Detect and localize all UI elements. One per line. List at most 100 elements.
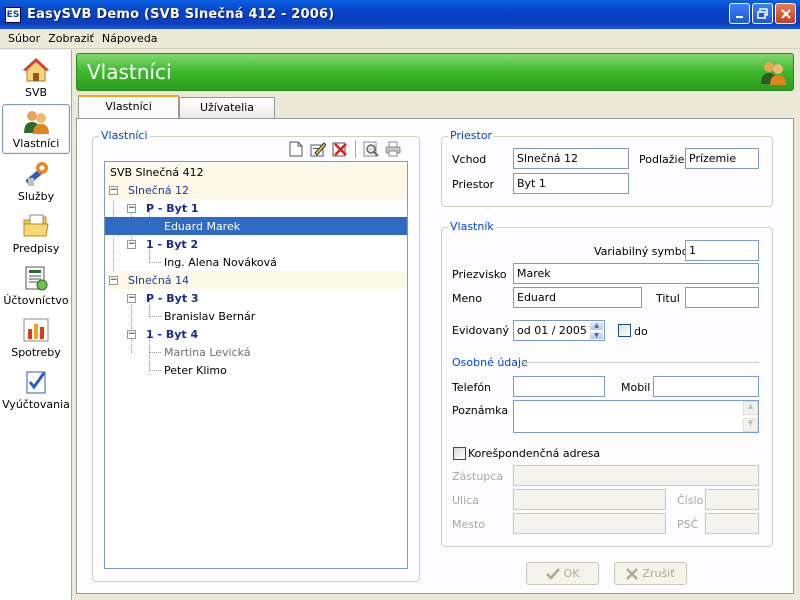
mobile-field[interactable] (653, 376, 759, 397)
first-name-label: Meno (452, 292, 482, 305)
correspondence-address-checkbox[interactable] (453, 447, 466, 460)
tree-node-owner[interactable]: Branislav Bernár (105, 307, 407, 325)
collapse-icon[interactable]: − (127, 203, 136, 213)
collapse-icon[interactable]: − (127, 329, 136, 339)
close-icon[interactable] (775, 3, 796, 24)
nav-label: Vlastníci (12, 137, 60, 150)
registered-from-field[interactable]: od 01 / 2005 ▲ ▼ (513, 320, 605, 341)
tree-toolbar (287, 140, 402, 158)
registered-label: Evidovaný (452, 324, 509, 337)
menu-zobrazit[interactable]: Zobraziť (44, 32, 98, 45)
tree-node-label: 1 - Byt 2 (146, 237, 199, 251)
people-icon (761, 62, 786, 85)
tree-node-label: 1 - Byt 4 (146, 327, 199, 341)
space-field[interactable]: Byt 1 (513, 173, 629, 194)
tree-node-entrance[interactable]: − Slnečná 12 (105, 181, 407, 199)
page-title: Vlastníci (87, 60, 172, 84)
left-nav: SVB Vlastníci Služby Predpisy Účtovníctv… (0, 50, 72, 600)
nav-item-sluzby[interactable]: Služby (2, 156, 70, 206)
nav-item-predpisy[interactable]: Predpisy (2, 208, 70, 258)
city-label: Mesto (452, 518, 486, 531)
postal-code-label: PSČ (677, 518, 699, 531)
tree-node-owner-selected[interactable]: Eduard Marek (105, 217, 407, 235)
ok-button[interactable]: OK (526, 562, 599, 585)
cross-icon (626, 567, 639, 580)
menu-bar: Súbor Zobraziť Nápoveda (0, 29, 800, 49)
number-label: Číslo (677, 494, 704, 507)
representative-label: Zástupca (452, 470, 504, 483)
scroll-down-icon[interactable]: ▼ (743, 418, 758, 432)
street-field (513, 489, 666, 510)
menu-subor[interactable]: Súbor (4, 32, 44, 45)
divider (521, 362, 759, 363)
collapse-icon[interactable]: − (109, 275, 118, 285)
nav-item-spotreby[interactable]: Spotreby (2, 312, 70, 362)
owners-tree[interactable]: SVB Slnečná 412 − Slnečná 12 − P - Byt 1… (104, 161, 408, 569)
registered-to-checkbox[interactable] (618, 324, 631, 337)
mobile-label: Mobil (621, 381, 651, 394)
tree-node-label: Ing. Alena Nováková (164, 255, 277, 269)
restore-icon[interactable] (752, 3, 773, 24)
nav-item-uctovnictvo[interactable]: Účtovníctvo (2, 260, 70, 310)
nav-item-svb[interactable]: SVB (2, 52, 70, 102)
collapse-icon[interactable]: − (127, 293, 136, 303)
city-field (513, 513, 666, 534)
nav-item-vlastnici[interactable]: Vlastníci (2, 104, 70, 154)
note-label: Poznámka (452, 404, 509, 417)
entrance-label: Vchod (452, 153, 487, 166)
minimize-icon[interactable] (729, 3, 750, 24)
scroll-up-icon[interactable]: ▲ (743, 401, 758, 415)
nav-item-vyuctovania[interactable]: Vyúčtovania (2, 364, 70, 414)
tree-node-label: Slnečná 12 (128, 183, 190, 197)
edit-icon[interactable] (309, 140, 327, 158)
tab-vlastnici[interactable]: Vlastníci (78, 95, 179, 118)
tree-node-flat[interactable]: − P - Byt 1 (105, 199, 407, 217)
postal-code-field (705, 513, 759, 534)
entrance-field[interactable]: Slnečná 12 (513, 148, 629, 169)
spin-up-icon[interactable]: ▲ (589, 321, 604, 331)
new-document-icon[interactable] (287, 140, 305, 158)
floor-field[interactable]: Prízemie (685, 148, 759, 169)
collapse-icon[interactable]: − (109, 185, 118, 195)
tree-node-owner[interactable]: Peter Klimo (105, 361, 407, 379)
floor-label: Podlažie (639, 153, 685, 166)
spin-down-icon[interactable]: ▼ (589, 330, 604, 340)
registered-from-value: od 01 / 2005 (517, 324, 587, 337)
number-field (705, 489, 759, 510)
collapse-icon[interactable]: − (127, 239, 136, 249)
tree-node-flat[interactable]: − 1 - Byt 4 (105, 325, 407, 343)
tree-node-label: Martina Levická (164, 345, 251, 359)
tree-node-owner[interactable]: Martina Levická (105, 343, 407, 361)
menu-napoveda[interactable]: Nápoveda (98, 32, 162, 45)
title-field[interactable] (685, 287, 759, 308)
tree-node-entrance[interactable]: − Slnečná 14 (105, 271, 407, 289)
tools-icon (25, 162, 48, 186)
preview-icon[interactable] (362, 140, 380, 158)
note-field[interactable]: ▲ ▼ (513, 400, 759, 433)
tree-node-root[interactable]: SVB Slnečná 412 (105, 163, 407, 181)
delete-icon[interactable] (331, 140, 349, 158)
personal-info-heading: Osobné údaje (452, 356, 528, 369)
tree-node-label: Eduard Marek (164, 219, 241, 233)
variable-symbol-field[interactable]: 1 (685, 240, 759, 261)
correspondence-address-label: Korešpondenčná adresa (468, 447, 601, 460)
space-label: Priestor (452, 178, 495, 191)
tree-node-label: SVB Slnečná 412 (110, 165, 204, 179)
tree-node-flat[interactable]: − 1 - Byt 2 (105, 235, 407, 253)
tab-strip: Vlastníci Užívatelia (78, 95, 275, 119)
phone-field[interactable] (513, 376, 605, 397)
tab-uzivatelia[interactable]: Užívatelia (179, 97, 275, 118)
tree-node-flat[interactable]: − P - Byt 3 (105, 289, 407, 307)
ok-label: OK (563, 567, 580, 580)
variable-symbol-label: Variabilný symbol (594, 245, 692, 258)
date-spinner[interactable]: ▲ ▼ (589, 321, 604, 340)
street-label: Ulica (452, 494, 479, 507)
tree-node-label: Branislav Bernár (164, 309, 256, 323)
window-title: EasySVB Demo (SVB Slnečná 412 - 2006) (27, 7, 335, 22)
surname-field[interactable]: Marek (513, 263, 759, 284)
first-name-field[interactable]: Eduard (513, 287, 642, 308)
cancel-button[interactable]: Zrušiť (614, 562, 687, 585)
tree-node-owner[interactable]: Ing. Alena Nováková (105, 253, 407, 271)
print-icon[interactable] (384, 140, 402, 158)
tree-node-label: Peter Klimo (164, 363, 227, 377)
